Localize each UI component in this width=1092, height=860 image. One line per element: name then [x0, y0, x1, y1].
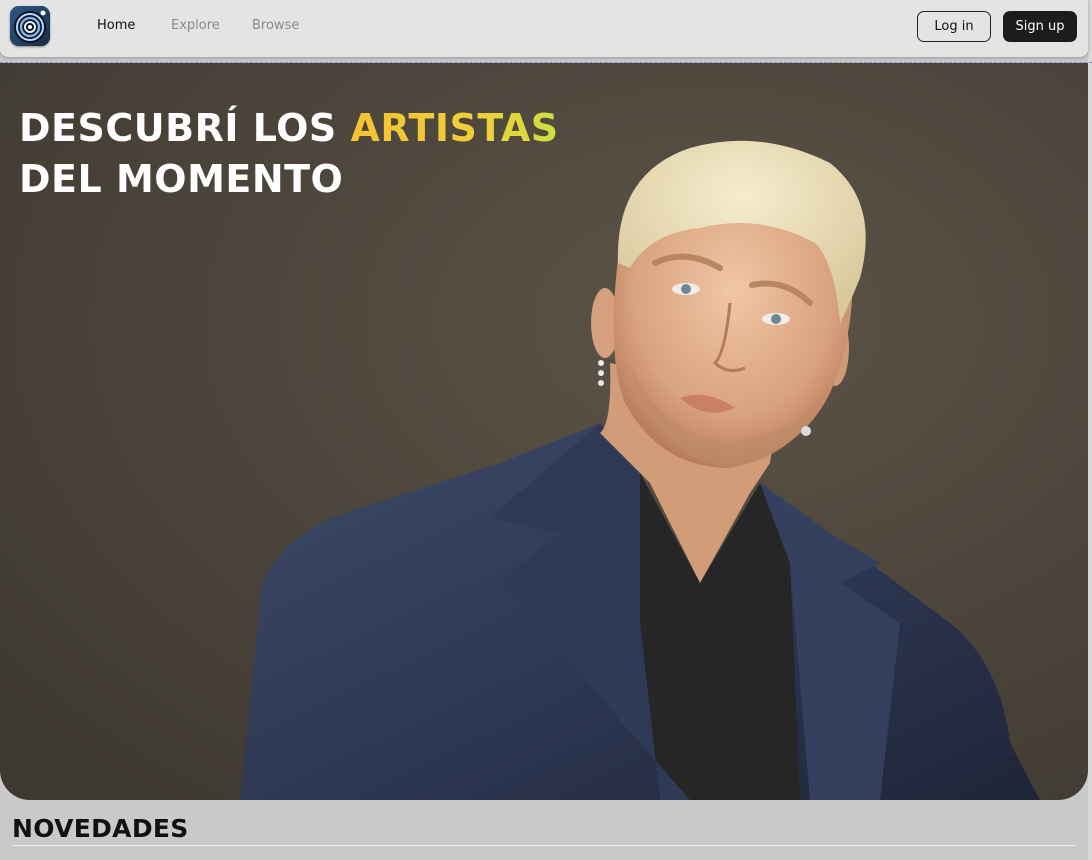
section-title-novedades: NOVEDADES — [12, 814, 189, 843]
nav-link-browse[interactable]: Browse — [252, 18, 299, 33]
hero-headline: DESCUBRÍ LOS ARTISTAS DEL MOMENTO — [19, 103, 559, 205]
hero-headline-accent: ARTISTAS — [350, 106, 559, 150]
hero-banner: DESCUBRÍ LOS ARTISTAS DEL MOMENTO — [0, 63, 1088, 800]
page-edge — [1088, 0, 1092, 860]
hero-headline-line2: DEL MOMENTO — [19, 157, 344, 201]
login-button[interactable]: Log in — [917, 11, 991, 42]
signup-button[interactable]: Sign up — [1003, 11, 1077, 42]
app-logo[interactable] — [10, 6, 50, 46]
vinyl-record-icon — [10, 6, 50, 46]
top-navbar: Home Explore Browse Log in Sign up — [0, 0, 1088, 57]
section-underline — [12, 845, 1076, 846]
hero-headline-part1: DESCUBRÍ LOS — [19, 106, 351, 150]
section-divider — [0, 62, 1092, 63]
nav-link-explore[interactable]: Explore — [171, 18, 220, 33]
nav-link-home[interactable]: Home — [97, 18, 135, 33]
